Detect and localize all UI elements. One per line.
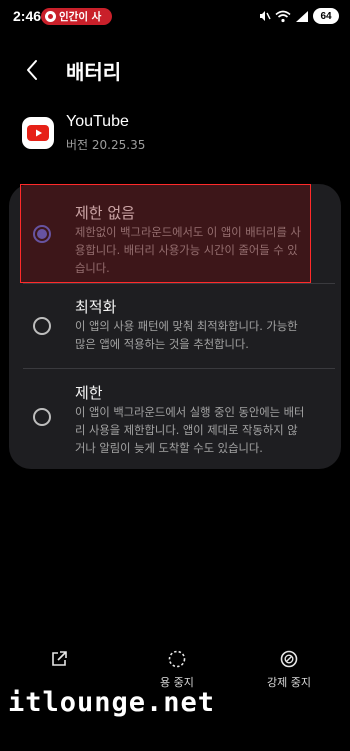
dotted-circle-icon	[168, 650, 186, 668]
status-bar: 2:46 인간이 사 64	[0, 0, 350, 34]
force-stop-label: 강제 중지	[267, 676, 311, 689]
status-time: 2:46	[13, 8, 42, 24]
divider	[23, 283, 335, 284]
radio-button[interactable]	[33, 408, 51, 426]
youtube-icon	[22, 117, 54, 149]
mute-icon	[260, 11, 271, 21]
live-pill-label: 인간이 사	[59, 11, 102, 23]
option-title: 최적화	[75, 298, 117, 316]
option-description: 이 앱이 백그라운드에서 실행 중인 동안에는 배터리 사용을 제한합니다. 앱…	[75, 406, 305, 455]
app-name: YouTube	[66, 113, 129, 130]
battery-icon: 64	[313, 8, 339, 24]
chevron-left-icon	[27, 60, 37, 80]
radio-button[interactable]	[33, 317, 51, 335]
force-stop-button[interactable]: 강제 중지	[267, 650, 311, 690]
app-info: YouTube 버전 20.25.35	[22, 113, 332, 157]
disable-button[interactable]: 용 중지	[160, 650, 194, 690]
option-description: 이 앱의 사용 패턴에 맞춰 최적화합니다. 가능한 많은 앱에 적용하는 것을…	[75, 320, 298, 351]
option-optimized[interactable]: 최적화 이 앱의 사용 패턴에 맞춰 최적화합니다. 가능한 많은 앱에 적용하…	[9, 288, 341, 368]
app-version: 버전 20.25.35	[66, 138, 146, 152]
divider	[23, 368, 335, 369]
option-restricted[interactable]: 제한 이 앱이 백그라운드에서 실행 중인 동안에는 배터리 사용을 제한합니다…	[9, 374, 341, 464]
open-external-icon	[52, 651, 67, 666]
status-icons: 64	[257, 8, 339, 24]
record-icon	[45, 11, 56, 22]
block-icon	[280, 650, 298, 668]
highlight-box	[20, 184, 311, 283]
page-header: 배터리	[0, 50, 350, 90]
open-button[interactable]	[50, 650, 68, 674]
option-title: 제한	[75, 384, 103, 402]
watermark-text: itlounge.net	[8, 687, 216, 718]
back-button[interactable]	[18, 56, 46, 84]
wifi-icon	[275, 10, 291, 22]
signal-icon	[296, 10, 308, 22]
page-title: 배터리	[66, 60, 122, 84]
live-indicator-pill[interactable]: 인간이 사	[41, 8, 112, 25]
